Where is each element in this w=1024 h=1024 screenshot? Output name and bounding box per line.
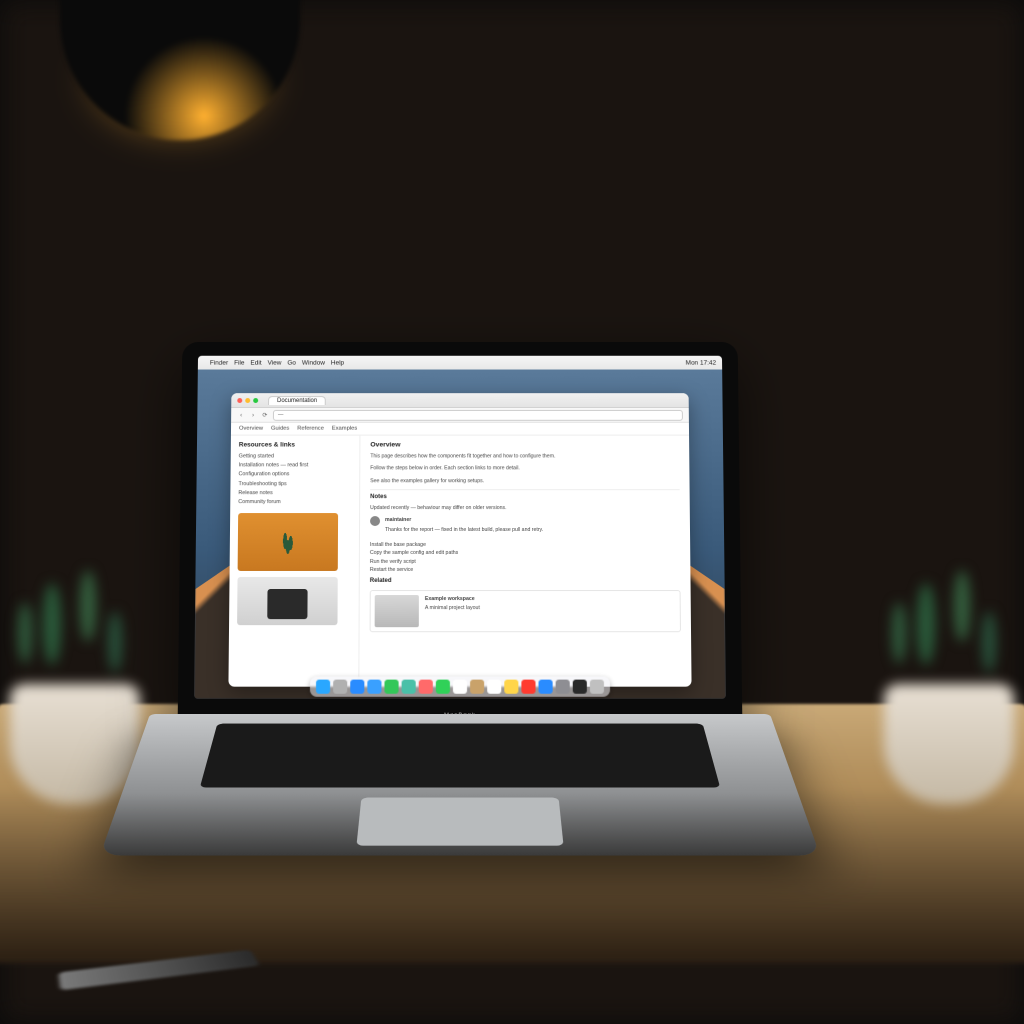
toolbar-link-examples[interactable]: Examples bbox=[332, 426, 357, 432]
comment-author: maintainer bbox=[385, 516, 680, 524]
article-paragraph: This page describes how the components f… bbox=[370, 452, 679, 460]
dock-item-trash[interactable] bbox=[590, 680, 604, 694]
related-card[interactable]: Example workspace A minimal project layo… bbox=[370, 590, 681, 632]
dock-item-photos[interactable] bbox=[419, 680, 433, 694]
menu-view[interactable]: View bbox=[268, 359, 282, 366]
desktop-wallpaper[interactable]: Documentation ‹ › ⟳ — Overview Guides Re… bbox=[194, 370, 726, 699]
sidebar-item[interactable]: Configuration options bbox=[238, 471, 351, 480]
article-paragraph: See also the examples gallery for workin… bbox=[370, 477, 679, 485]
laptop-screen: Finder File Edit View Go Window Help Mon… bbox=[194, 356, 726, 699]
trackpad[interactable] bbox=[356, 798, 563, 846]
sidebar-item[interactable]: Release notes bbox=[238, 489, 351, 498]
macos-menubar[interactable]: Finder File Edit View Go Window Help Mon… bbox=[198, 356, 722, 370]
sidebar-item[interactable]: Installation notes — read first bbox=[239, 462, 352, 471]
menu-go[interactable]: Go bbox=[287, 359, 296, 366]
article-paragraph: Follow the steps below in order. Each se… bbox=[370, 465, 679, 473]
window-controls[interactable] bbox=[237, 398, 258, 403]
dock-item-maps[interactable] bbox=[402, 680, 416, 694]
list-item: Copy the sample config and edit paths bbox=[370, 549, 680, 557]
sidebar-heading: Resources & links bbox=[239, 442, 352, 449]
dock-item-appstore[interactable] bbox=[539, 680, 553, 694]
laptop-screen-bezel: Finder File Edit View Go Window Help Mon… bbox=[178, 342, 743, 721]
sidebar-thumbnail-device[interactable] bbox=[237, 577, 338, 625]
minimize-icon[interactable] bbox=[245, 398, 250, 403]
close-icon[interactable] bbox=[237, 398, 242, 403]
dock-item-safari[interactable] bbox=[350, 680, 364, 694]
keyboard[interactable] bbox=[200, 724, 720, 788]
comment-block: maintainer Thanks for the report — fixed… bbox=[370, 516, 680, 538]
dock-item-contacts[interactable] bbox=[470, 680, 484, 694]
article-body: Overview This page describes how the com… bbox=[359, 436, 691, 687]
menu-edit[interactable]: Edit bbox=[250, 359, 261, 366]
menu-finder[interactable]: Finder bbox=[210, 359, 228, 366]
page-sidebar: Resources & links Getting started Instal… bbox=[228, 436, 360, 687]
dock-item-settings[interactable] bbox=[556, 680, 570, 694]
dock-item-finder[interactable] bbox=[316, 680, 330, 694]
laptop-brand-label: MacBook bbox=[444, 713, 476, 716]
address-bar[interactable]: — bbox=[273, 409, 683, 420]
section-heading-related: Related bbox=[370, 578, 681, 584]
dock-item-notes[interactable] bbox=[504, 680, 518, 694]
toolbar-link-reference[interactable]: Reference bbox=[297, 426, 324, 432]
card-subtitle: A minimal project layout bbox=[425, 604, 480, 612]
article-heading: Overview bbox=[370, 442, 679, 449]
dock-item-reminders[interactable] bbox=[487, 680, 501, 694]
dock-item-messages[interactable] bbox=[384, 680, 398, 694]
thumbnail-plant-icon bbox=[274, 525, 302, 565]
laptop-keyboard-deck: MacBook bbox=[100, 714, 820, 856]
page-content: Resources & links Getting started Instal… bbox=[228, 436, 691, 687]
dock-area bbox=[194, 677, 726, 697]
card-thumbnail bbox=[375, 595, 419, 627]
browser-toolbar: ‹ › ⟳ — bbox=[231, 408, 689, 423]
menu-help[interactable]: Help bbox=[331, 359, 344, 366]
sidebar-thumbnail-plant[interactable] bbox=[238, 513, 338, 571]
dock-item-calendar[interactable] bbox=[453, 680, 467, 694]
menu-window[interactable]: Window bbox=[302, 359, 325, 366]
bullet-list: Install the base package Copy the sample… bbox=[370, 541, 681, 574]
dock-item-facetime[interactable] bbox=[436, 680, 450, 694]
dock-item-terminal[interactable] bbox=[573, 680, 587, 694]
dock-item-launchpad[interactable] bbox=[333, 680, 347, 694]
list-item: Run the verify script bbox=[370, 557, 680, 565]
nav-forward-icon[interactable]: › bbox=[249, 411, 257, 419]
divider bbox=[370, 489, 679, 490]
sidebar-item[interactable]: Community forum bbox=[238, 498, 351, 507]
menubar-clock[interactable]: Mon 17:42 bbox=[686, 359, 717, 366]
toolbar-link-overview[interactable]: Overview bbox=[239, 426, 263, 432]
sidebar-item[interactable]: Getting started bbox=[239, 452, 352, 461]
page-toolbar: Overview Guides Reference Examples bbox=[231, 423, 689, 436]
zoom-icon[interactable] bbox=[253, 398, 258, 403]
comment-text: Thanks for the report — fixed in the lat… bbox=[385, 526, 680, 534]
laptop: Finder File Edit View Go Window Help Mon… bbox=[180, 340, 740, 944]
thumbnail-device-icon bbox=[267, 589, 307, 619]
nav-back-icon[interactable]: ‹ bbox=[237, 411, 245, 419]
dock[interactable] bbox=[310, 677, 610, 697]
list-item: Restart the service bbox=[370, 566, 681, 574]
browser-window[interactable]: Documentation ‹ › ⟳ — Overview Guides Re… bbox=[228, 393, 691, 687]
avatar-icon bbox=[370, 516, 380, 526]
menu-file[interactable]: File bbox=[234, 359, 244, 366]
note-line: Updated recently — behaviour may differ … bbox=[370, 504, 680, 512]
toolbar-link-guides[interactable]: Guides bbox=[271, 426, 289, 432]
dock-item-music[interactable] bbox=[521, 680, 535, 694]
dock-item-mail[interactable] bbox=[367, 680, 381, 694]
card-title: Example workspace bbox=[425, 595, 480, 603]
browser-tab[interactable]: Documentation bbox=[268, 396, 326, 405]
section-heading-notes: Notes bbox=[370, 494, 680, 500]
list-item: Install the base package bbox=[370, 541, 680, 549]
nav-reload-icon[interactable]: ⟳ bbox=[261, 411, 269, 419]
plant-right bbox=[854, 544, 1024, 804]
sidebar-item[interactable]: Troubleshooting tips bbox=[238, 480, 351, 489]
browser-titlebar[interactable]: Documentation bbox=[231, 393, 689, 408]
